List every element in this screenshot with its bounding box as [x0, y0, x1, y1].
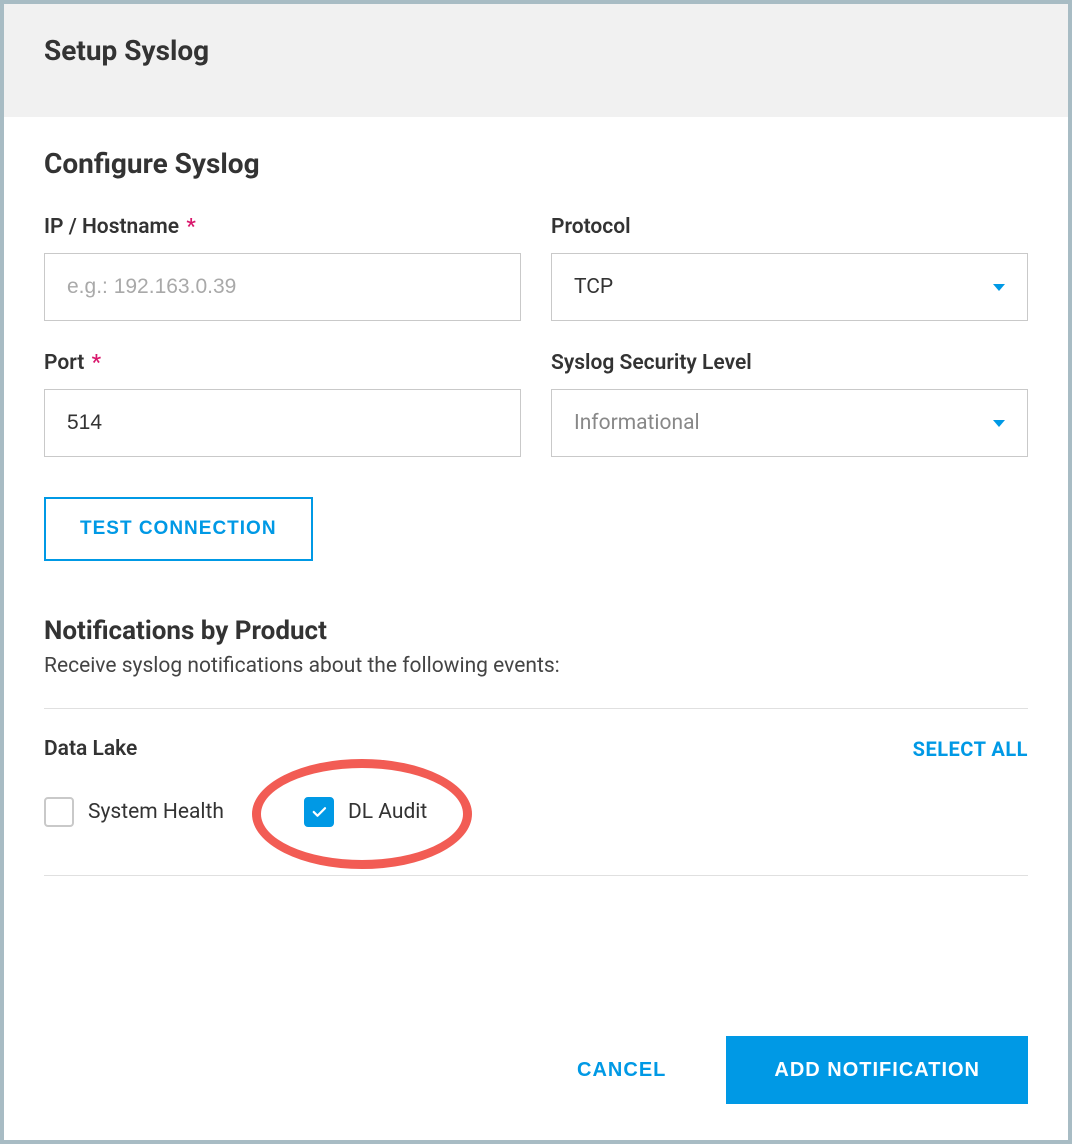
- checkbox-label: DL Audit: [348, 800, 427, 824]
- setup-syslog-dialog: Setup Syslog Configure Syslog IP / Hostn…: [4, 4, 1068, 1140]
- test-connection-button[interactable]: TEST CONNECTION: [44, 497, 313, 561]
- checkbox-row: System Health DL Audit: [44, 797, 1028, 827]
- select-all-button[interactable]: SELECT ALL: [913, 737, 1028, 761]
- checkbox-label: System Health: [88, 800, 224, 824]
- checkbox-icon: [44, 797, 74, 827]
- ip-hostname-label: IP / Hostname *: [44, 215, 521, 239]
- checkbox-icon: [304, 797, 334, 827]
- chevron-down-icon: [993, 420, 1005, 427]
- cancel-button[interactable]: CANCEL: [557, 1049, 686, 1092]
- security-level-label: Syslog Security Level: [551, 351, 1028, 375]
- security-level-select[interactable]: Informational: [551, 389, 1028, 457]
- product-block: Data Lake SELECT ALL System Health: [44, 708, 1028, 876]
- add-notification-button[interactable]: ADD NOTIFICATION: [726, 1036, 1028, 1104]
- ip-hostname-field: IP / Hostname *: [44, 215, 521, 321]
- dialog-body: Configure Syslog IP / Hostname * Protoco…: [4, 117, 1068, 1000]
- notifications-description: Receive syslog notifications about the f…: [44, 654, 1028, 678]
- product-header: Data Lake SELECT ALL: [44, 737, 1028, 761]
- product-name: Data Lake: [44, 737, 137, 761]
- port-label: Port *: [44, 351, 521, 375]
- required-marker: *: [181, 215, 196, 239]
- ip-hostname-input[interactable]: [44, 253, 521, 321]
- protocol-field: Protocol TCP: [551, 215, 1028, 321]
- protocol-label: Protocol: [551, 215, 1028, 239]
- protocol-value: TCP: [574, 275, 613, 299]
- notifications-heading: Notifications by Product: [44, 616, 1028, 646]
- security-level-value: Informational: [574, 411, 700, 435]
- chevron-down-icon: [993, 284, 1005, 291]
- checkbox-dl-audit[interactable]: DL Audit: [304, 797, 427, 827]
- security-level-field: Syslog Security Level Informational: [551, 351, 1028, 457]
- required-marker: *: [86, 351, 101, 375]
- dialog-footer: CANCEL ADD NOTIFICATION: [4, 1000, 1068, 1140]
- configure-heading: Configure Syslog: [44, 147, 1028, 180]
- checkbox-system-health[interactable]: System Health: [44, 797, 224, 827]
- notifications-section: Notifications by Product Receive syslog …: [44, 616, 1028, 876]
- port-input[interactable]: [44, 389, 521, 457]
- form-grid: IP / Hostname * Protocol TCP Port * Sysl…: [44, 215, 1028, 457]
- port-field: Port *: [44, 351, 521, 457]
- dialog-header: Setup Syslog: [4, 4, 1068, 117]
- protocol-select[interactable]: TCP: [551, 253, 1028, 321]
- dialog-title: Setup Syslog: [44, 34, 1028, 67]
